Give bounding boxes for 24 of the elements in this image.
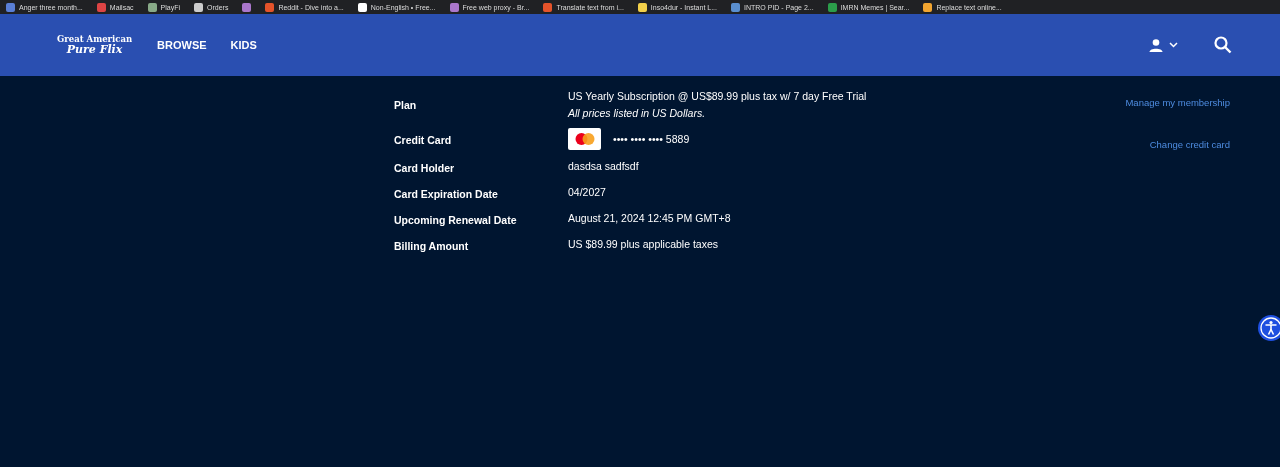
- search-icon[interactable]: [1214, 36, 1232, 54]
- logo[interactable]: Great American Pure Flix: [57, 35, 133, 55]
- card-number: •••• •••• •••• 5889: [613, 133, 690, 145]
- person-icon: [1149, 38, 1163, 52]
- account-menu[interactable]: [1149, 38, 1178, 52]
- field-value: US Yearly Subscription @ US$89.99 plus tax w/ 7 day Free Trial: [568, 90, 868, 102]
- chevron-down-icon: [1169, 42, 1178, 48]
- action-link[interactable]: Change credit card: [1149, 139, 1230, 150]
- field-value: dasdsa sadfsdf: [568, 160, 640, 172]
- field-value: US $89.99 plus applicable taxes: [568, 238, 719, 250]
- card-brand-icon: [568, 128, 601, 150]
- field-label: Upcoming Renewal Date: [394, 213, 518, 226]
- field-label: Card Expiration Date: [394, 187, 499, 200]
- nav-link[interactable]: BROWSE: [157, 39, 207, 51]
- field-label: Plan: [394, 98, 418, 111]
- field-value: August 21, 2024 12:45 PM GMT+8: [568, 212, 732, 224]
- nav-link[interactable]: KIDS: [230, 39, 257, 51]
- accessibility-icon[interactable]: [1257, 314, 1280, 342]
- field-label: Card Holder: [394, 161, 456, 174]
- action-link[interactable]: Manage my membership: [1125, 97, 1230, 108]
- field-label: Credit Card: [394, 133, 453, 146]
- note-text: All prices listed in US Dollars.: [568, 107, 707, 119]
- field-label: Billing Amount: [394, 239, 470, 252]
- field-value: 04/2027: [568, 186, 607, 198]
